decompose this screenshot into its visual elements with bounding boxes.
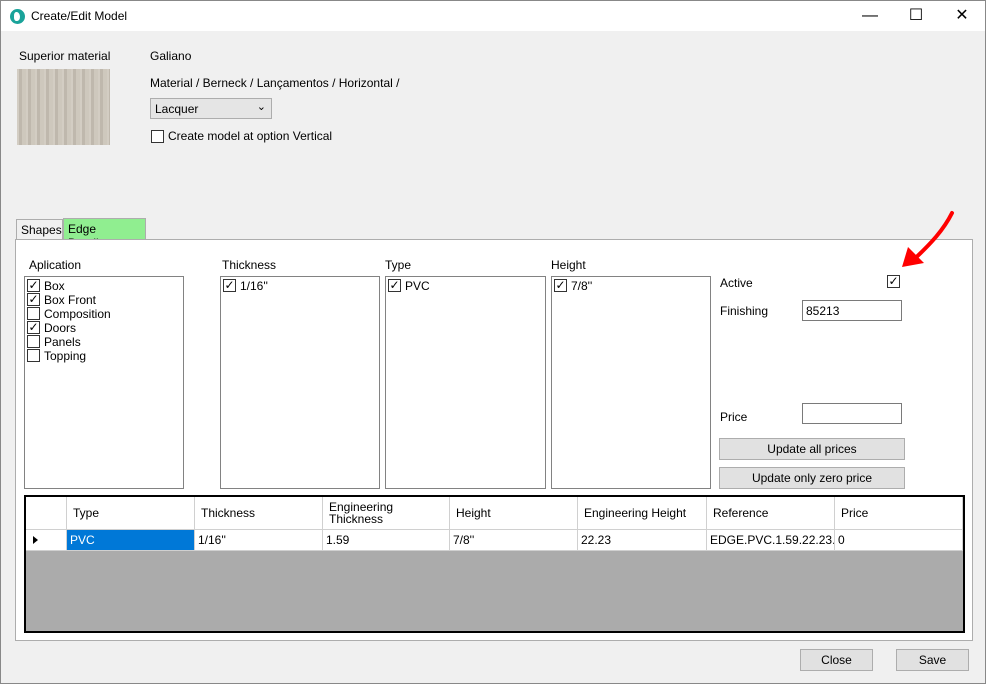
column-header-engineering-thickness[interactable]: Engineering Thickness: [323, 497, 450, 530]
finish-select[interactable]: Lacquer ⌄: [150, 98, 272, 119]
tab-edge-banding[interactable]: Edge Banding: [63, 218, 146, 250]
composition-checkbox[interactable]: [27, 307, 40, 320]
create-vertical-checkbox[interactable]: [151, 130, 164, 143]
material-thumbnail: [17, 69, 110, 145]
finishing-label: Finishing: [720, 304, 769, 318]
active-label: Active: [720, 276, 753, 290]
aplication-list: ✓ Box ✓ Box Front Composition ✓ Doors Panel…: [24, 276, 184, 489]
column-header-price[interactable]: Price: [835, 497, 963, 530]
table-row[interactable]: PVC 1/16'' 1.59 7/8'' 22.23 EDGE.PVC.1.5…: [26, 530, 963, 551]
material-path: Material / Berneck / Lançamentos / Horiz…: [150, 76, 400, 90]
type-list: ✓ PVC: [385, 276, 546, 489]
active-checkbox[interactable]: ✓: [887, 275, 900, 288]
table-cell[interactable]: 7/8'': [450, 530, 578, 551]
tab-shapes[interactable]: Shapes: [16, 219, 63, 240]
thickness-checkbox[interactable]: ✓: [223, 279, 236, 292]
type-label: Type: [385, 258, 412, 272]
column-header-thickness[interactable]: Thickness: [195, 497, 323, 530]
superior-material-label: Superior material: [19, 49, 111, 63]
height-checkbox[interactable]: ✓: [554, 279, 567, 292]
thickness-list: ✓ 1/16'': [220, 276, 380, 489]
app-icon: [10, 9, 25, 24]
list-item-label: Box Front: [44, 293, 97, 307]
table-cell[interactable]: 1.59: [323, 530, 450, 551]
close-button[interactable]: Close: [800, 649, 873, 671]
height-list: ✓ 7/8'': [551, 276, 711, 489]
column-header-reference[interactable]: Reference: [707, 497, 835, 530]
save-button[interactable]: Save: [896, 649, 969, 671]
column-header-type[interactable]: Type: [67, 497, 195, 530]
table-cell[interactable]: PVC: [67, 530, 195, 551]
price-label: Price: [720, 410, 748, 424]
doors-checkbox[interactable]: ✓: [27, 321, 40, 334]
table-cell[interactable]: EDGE.PVC.1.59.22.23....: [707, 530, 835, 551]
list-item-label: 7/8'': [571, 279, 593, 293]
thickness-label: Thickness: [222, 258, 277, 272]
box-front-checkbox[interactable]: ✓: [27, 293, 40, 306]
type-checkbox[interactable]: ✓: [388, 279, 401, 292]
list-item-label: Composition: [44, 307, 111, 321]
list-item-label: Panels: [44, 335, 81, 349]
annotation-arrow-icon: [902, 211, 954, 267]
create-edit-model-window: Create/Edit Model — ☐ ✕ Superior materia…: [0, 0, 986, 684]
table-cell[interactable]: 22.23: [578, 530, 707, 551]
minimize-button[interactable]: —: [847, 1, 893, 31]
maximize-button[interactable]: ☐: [893, 1, 939, 31]
aplication-label: Aplication: [29, 258, 82, 272]
finishing-input[interactable]: 85213: [802, 300, 902, 321]
list-item-label: Doors: [44, 321, 77, 335]
grid-header-row: Type Thickness Engineering Thickness Hei…: [26, 497, 963, 530]
column-header-engineering-height[interactable]: Engineering Height: [578, 497, 707, 530]
list-item-label: PVC: [405, 279, 430, 293]
table-cell[interactable]: 0: [835, 530, 963, 551]
topping-checkbox[interactable]: [27, 349, 40, 362]
update-all-prices-button[interactable]: Update all prices: [719, 438, 905, 460]
column-header-height[interactable]: Height: [450, 497, 578, 530]
close-window-button[interactable]: ✕: [939, 1, 985, 31]
chevron-down-icon: ⌄: [256, 101, 266, 113]
row-header[interactable]: [26, 530, 67, 551]
table-cell[interactable]: 1/16'': [195, 530, 323, 551]
price-input[interactable]: [802, 403, 902, 424]
list-item-label: 1/16'': [240, 279, 268, 293]
panels-checkbox[interactable]: [27, 335, 40, 348]
material-name: Galiano: [150, 49, 192, 63]
finish-select-value: Lacquer: [155, 102, 199, 116]
update-zero-price-button[interactable]: Update only zero price: [719, 467, 905, 489]
list-item-label: Box: [44, 279, 65, 293]
create-vertical-label: Create model at option Vertical: [168, 129, 333, 143]
window-title: Create/Edit Model: [31, 9, 128, 23]
row-header-corner: [26, 497, 67, 530]
height-label: Height: [551, 258, 586, 272]
title-bar: Create/Edit Model — ☐ ✕: [1, 1, 985, 31]
edge-banding-grid: Type Thickness Engineering Thickness Hei…: [24, 495, 965, 633]
current-row-arrow-icon: [33, 536, 38, 544]
box-checkbox[interactable]: ✓: [27, 279, 40, 292]
list-item-label: Topping: [44, 349, 87, 363]
